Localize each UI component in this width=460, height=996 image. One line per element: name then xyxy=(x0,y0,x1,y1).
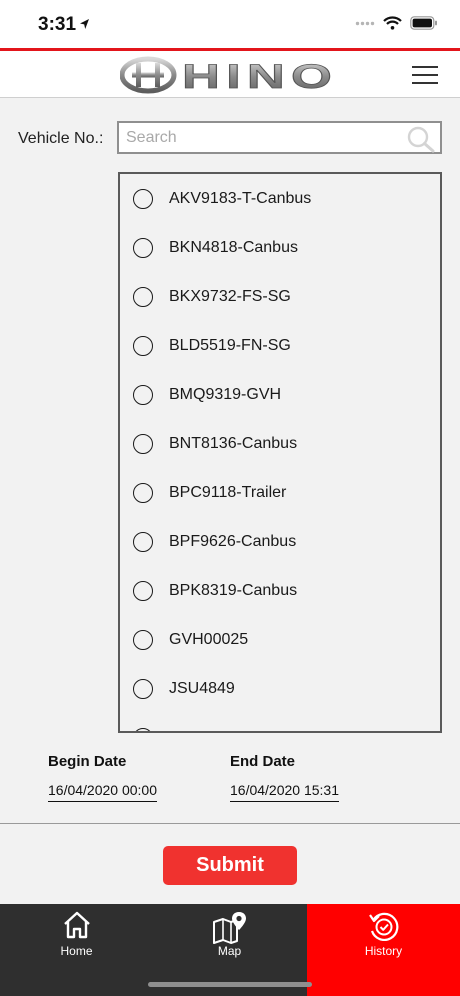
vehicle-option[interactable]: BNT8136-Canbus xyxy=(120,419,440,468)
tab-map-label: Map xyxy=(217,944,242,958)
cellular-signal-icon xyxy=(355,21,375,25)
vehicle-option[interactable]: BMQ9319-GVH xyxy=(120,370,440,419)
radio-button[interactable] xyxy=(133,433,153,454)
vehicle-option[interactable]: GVH00025 xyxy=(120,615,440,664)
radio-button[interactable] xyxy=(133,629,153,650)
vehicle-option-label: BPK8319-Canbus xyxy=(169,581,298,599)
search-icon[interactable] xyxy=(406,125,436,153)
end-date-label: End Date xyxy=(230,753,296,770)
wifi-icon xyxy=(383,16,402,30)
search-input[interactable] xyxy=(119,123,440,152)
battery-icon xyxy=(410,16,437,30)
home-icon xyxy=(63,911,90,939)
hino-logo: HINO xyxy=(120,56,338,95)
search-box xyxy=(117,121,442,154)
status-bar: 3:31 xyxy=(0,0,460,48)
vehicle-option-label: AKV9183-T-Canbus xyxy=(169,189,312,207)
history-icon xyxy=(368,912,398,941)
radio-button[interactable] xyxy=(133,531,153,552)
radio-button[interactable] xyxy=(133,482,153,503)
tab-history[interactable]: History xyxy=(307,904,460,996)
tab-home-label: Home xyxy=(60,944,93,958)
vehicle-option-label: BKX9732-FS-SG xyxy=(169,287,291,305)
vehicle-option-label: BKN4818-Canbus xyxy=(169,238,298,256)
vehicle-option-label: PTMA1677 xyxy=(169,729,249,732)
vehicle-option[interactable]: BKX9732-FS-SG xyxy=(120,272,440,321)
radio-button[interactable] xyxy=(133,727,153,731)
radio-button[interactable] xyxy=(133,286,153,307)
svg-text:HINO: HINO xyxy=(182,58,338,95)
submit-button[interactable]: Submit xyxy=(163,846,297,885)
vehicle-option-label: BLD5519-FN-SG xyxy=(169,336,291,354)
status-indicators xyxy=(355,16,438,30)
vehicle-option-label: BPF9626-Canbus xyxy=(169,532,297,550)
vehicle-option[interactable]: BPC9118-Trailer xyxy=(120,468,440,517)
radio-button[interactable] xyxy=(133,678,153,699)
app-header: HINO xyxy=(0,48,460,98)
radio-button[interactable] xyxy=(133,335,153,356)
radio-button[interactable] xyxy=(133,384,153,405)
vehicle-option[interactable]: JSU4849 xyxy=(120,664,440,713)
location-arrow-icon xyxy=(80,19,89,29)
vehicle-option-label: BNT8136-Canbus xyxy=(169,434,298,452)
radio-button[interactable] xyxy=(133,237,153,258)
vehicle-option[interactable]: PTMA1677 xyxy=(120,713,440,732)
vehicle-option[interactable]: AKV9183-T-Canbus xyxy=(120,174,440,223)
vehicle-no-label: Vehicle No.: xyxy=(18,130,104,147)
vehicle-list[interactable]: AKV9183-T-Canbus BKN4818-Canbus BKX9732-FS… xyxy=(118,172,442,733)
vehicle-option[interactable]: BPK8319-Canbus xyxy=(120,566,440,615)
vehicle-option-label: JSU4849 xyxy=(169,679,235,697)
divider xyxy=(0,823,460,824)
begin-date-label: Begin Date xyxy=(48,753,127,770)
map-icon xyxy=(212,912,246,944)
vehicle-option[interactable]: BLD5519-FN-SG xyxy=(120,321,440,370)
radio-button[interactable] xyxy=(133,580,153,601)
vehicle-option[interactable]: BKN4818-Canbus xyxy=(120,223,440,272)
status-time: 3:31 xyxy=(38,14,77,35)
vehicle-option[interactable]: BPF9626-Canbus xyxy=(120,517,440,566)
home-indicator xyxy=(148,982,312,987)
tab-home[interactable]: Home xyxy=(0,904,153,996)
vehicle-option-label: BPC9118-Trailer xyxy=(169,483,287,501)
hamburger-menu-icon[interactable] xyxy=(412,66,438,84)
vehicle-option-label: GVH00025 xyxy=(169,630,249,648)
vehicle-option-label: BMQ9319-GVH xyxy=(169,385,282,403)
begin-date-field[interactable]: 16/04/2020 00:00 xyxy=(48,782,157,802)
end-date-field[interactable]: 16/04/2020 15:31 xyxy=(230,782,339,802)
tab-history-label: History xyxy=(364,944,403,958)
radio-button[interactable] xyxy=(133,188,153,209)
